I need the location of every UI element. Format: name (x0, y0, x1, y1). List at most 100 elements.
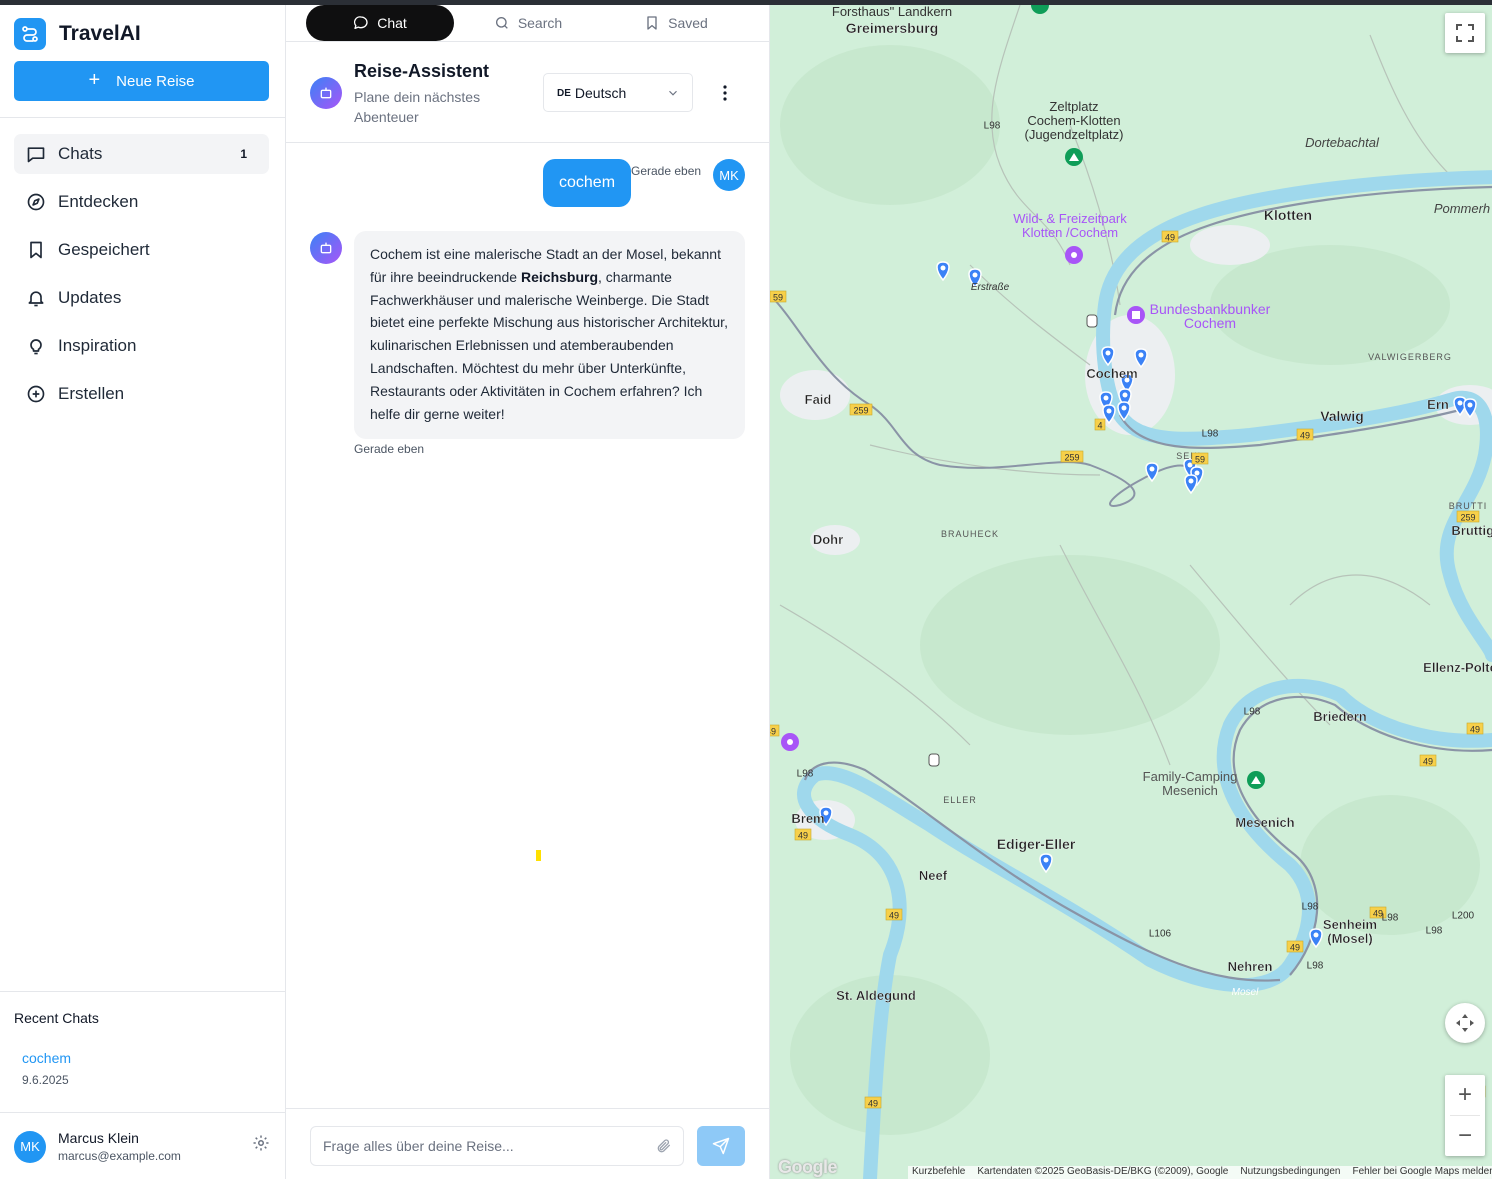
map-place-label: Mosel (1232, 987, 1259, 998)
map-place-label: BRUTTI (1449, 501, 1488, 511)
location-pin-icon[interactable] (1145, 462, 1159, 483)
fullscreen-button[interactable] (1445, 13, 1485, 53)
tab-label: Search (517, 15, 563, 31)
language-label: Deutsch (574, 84, 627, 101)
svg-text:259: 259 (1064, 453, 1079, 463)
svg-text:L98: L98 (1302, 902, 1319, 913)
new-trip-button[interactable]: + Neue Reise (14, 61, 269, 101)
svg-text:259: 259 (853, 406, 868, 416)
svg-text:L98: L98 (1244, 707, 1261, 718)
tab-chat[interactable]: Chat (306, 5, 454, 41)
svg-text:L98: L98 (1382, 913, 1399, 924)
sidebar-item-label: Erstellen (58, 384, 125, 403)
map-place-label: ELLER (943, 795, 977, 805)
tab-saved[interactable]: Saved (616, 5, 736, 41)
robot-icon (310, 77, 342, 109)
map-canvas[interactable]: Forsthaus" LandkernGreimersburg Zeltplatz… (770, 5, 1492, 1179)
sidebar-item-chats[interactable]: Chats 1 (14, 134, 269, 174)
location-pin-icon[interactable] (1184, 474, 1198, 495)
recent-chat-date: 9.6.2025 (22, 1073, 69, 1087)
assistant-text: , charmante Fachwerkhäuser und malerisch… (370, 268, 728, 422)
map-place-label: Dohr (813, 532, 843, 547)
sidebar-item-label: Gespeichert (58, 240, 150, 259)
road-shield: L106 (1149, 929, 1172, 940)
zoom-out-button[interactable]: − (1445, 1116, 1485, 1156)
app-name: TravelAI (59, 22, 141, 45)
terms-link[interactable]: Nutzungsbedingungen (1240, 1166, 1340, 1179)
svg-text:49: 49 (770, 727, 776, 737)
sidebar-item-label: Entdecken (58, 192, 139, 211)
map-place-label: Mesenich (1162, 783, 1218, 798)
text-cursor-marker (536, 850, 541, 861)
new-trip-label: Neue Reise (116, 72, 195, 90)
more-options-icon[interactable] (718, 83, 732, 103)
assistant-highlight: Reichsburg (521, 268, 599, 285)
svg-text:49: 49 (1470, 725, 1480, 735)
message-input[interactable] (310, 1126, 684, 1166)
svg-text:L200: L200 (1452, 911, 1475, 922)
sidebar-item-erstellen[interactable]: Erstellen (14, 374, 269, 414)
map-place-label: Dortebachtal (1305, 135, 1380, 150)
google-logo: Google (778, 1157, 838, 1177)
road-shield: 59 (770, 290, 787, 303)
paperclip-icon[interactable] (656, 1138, 672, 1159)
sidebar: TravelAI + Neue Reise Chats 1 Entdecken … (0, 5, 286, 1179)
report-error-link[interactable]: Fehler bei Google Maps melden (1352, 1166, 1492, 1179)
sidebar-item-entdecken[interactable]: Entdecken (14, 182, 269, 222)
map-place-label: Ediger-Eller (997, 836, 1076, 852)
location-pin-dot (1194, 470, 1200, 476)
tab-search[interactable]: Search (471, 5, 585, 41)
road-shield: 49 (1419, 754, 1437, 767)
sidebar-item-updates[interactable]: Updates (14, 278, 269, 318)
map-data-credit: Kartendaten ©2025 GeoBasis-DE/BKG (©2009… (977, 1166, 1229, 1177)
road-shield: 259 (1060, 450, 1084, 463)
location-pin-icon[interactable] (1039, 853, 1053, 874)
language-flag: DE (557, 88, 571, 99)
gear-icon[interactable] (252, 1134, 270, 1152)
sidebar-item-inspiration[interactable]: Inspiration (14, 326, 269, 366)
avatar: MK (713, 159, 745, 191)
road-shield: 49 (885, 908, 903, 921)
svg-text:49: 49 (889, 911, 899, 921)
search-icon (495, 17, 508, 29)
road-shield: L98 (984, 121, 1001, 132)
zoom-controls: + − (1445, 1075, 1485, 1156)
zoom-in-button[interactable]: + (1445, 1075, 1485, 1115)
location-pin-icon[interactable] (936, 261, 950, 282)
send-button[interactable] (697, 1126, 745, 1166)
road-shield: 59 (1191, 452, 1209, 465)
map-place-label: Forsthaus" Landkern (832, 5, 952, 19)
map-place-label: Klotten /Cochem (1022, 225, 1118, 240)
map-place-label: Klotten (1264, 207, 1312, 223)
avatar: MK (14, 1130, 46, 1163)
camera-control-button[interactable] (1445, 1003, 1485, 1043)
sidebar-item-gespeichert[interactable]: Gespeichert (14, 230, 269, 270)
shortcuts-link[interactable]: Kurzbefehle (912, 1166, 965, 1179)
user-profile[interactable]: MK Marcus Klein marcus@example.com (14, 1130, 181, 1163)
road-shield: 49 (794, 828, 812, 841)
map-view[interactable]: Forsthaus" Landkern Greimersburg Zeltplatz… (770, 5, 1492, 1179)
divider (0, 117, 285, 118)
svg-text:49: 49 (1300, 431, 1310, 441)
chat-count-badge: 1 (240, 147, 247, 161)
location-pin-dot (1103, 395, 1109, 401)
svg-text:L106: L106 (1149, 929, 1172, 940)
road-shield: L98 (1244, 707, 1261, 718)
map-place-label: Neef (919, 868, 948, 883)
location-pin-dot (1188, 478, 1194, 484)
send-icon (712, 1137, 730, 1155)
svg-text:59: 59 (773, 293, 783, 303)
page-subtitle: Plane dein nächstes Abenteuer (354, 89, 481, 125)
recent-chat-item[interactable]: cochem 9.6.2025 (22, 1050, 71, 1087)
road-shield: 49 (1161, 230, 1179, 243)
map-place-label: Cochem (1184, 315, 1236, 331)
map-place-label: Brem (791, 811, 824, 826)
road-shield: 259 (849, 403, 873, 416)
svg-text:L98: L98 (1426, 926, 1443, 937)
location-pin-icon[interactable] (1309, 928, 1323, 949)
svg-text:4: 4 (1097, 421, 1102, 431)
road-shield: 4 (1094, 418, 1106, 431)
brand[interactable]: TravelAI (14, 18, 141, 50)
location-pin-dot (1467, 402, 1473, 408)
language-select[interactable]: DE Deutsch (543, 73, 693, 112)
